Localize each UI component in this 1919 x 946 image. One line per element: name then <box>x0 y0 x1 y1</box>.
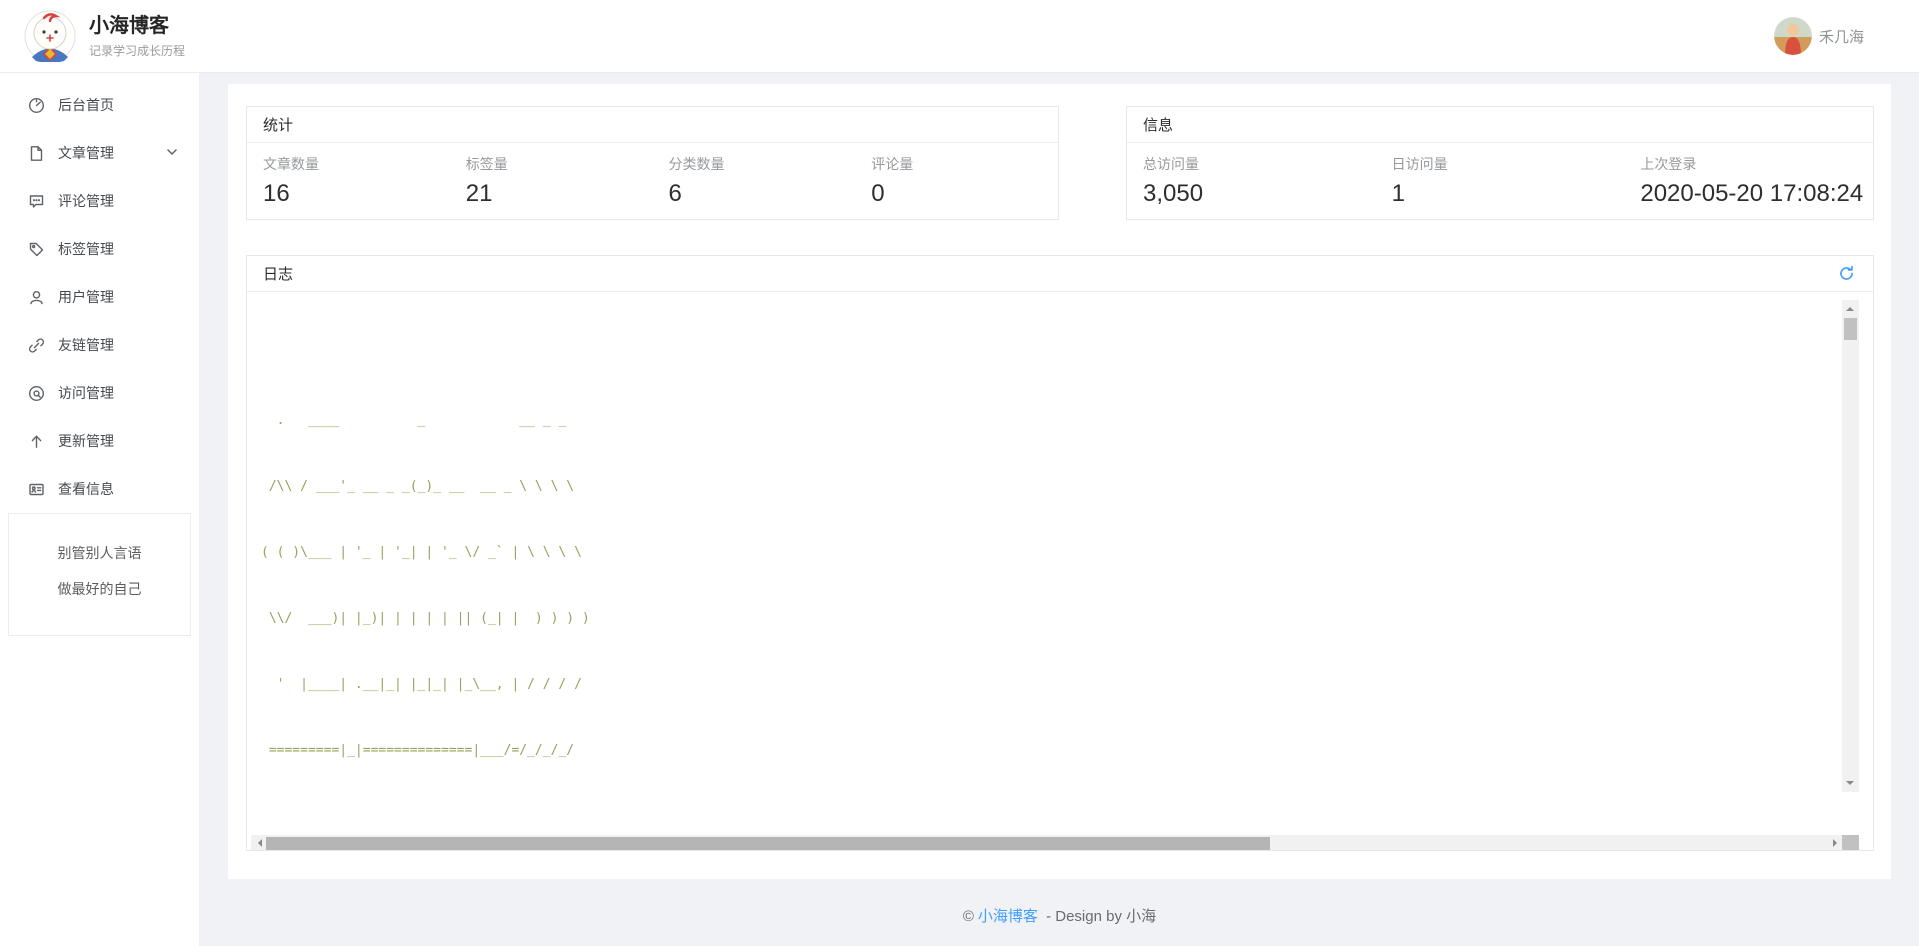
footer-credit: - Design by 小海 <box>1046 908 1156 925</box>
sidebar-item-articles[interactable]: 文章管理 <box>0 129 199 177</box>
sidebar-item-links[interactable]: 友链管理 <box>0 321 199 369</box>
dashboard-icon <box>28 97 45 114</box>
log-card-header: 日志 <box>247 256 1873 292</box>
brand: 小海博客 记录学习成长历程 <box>24 10 185 62</box>
stat-label: 标签量 <box>466 154 653 174</box>
motto-line: 别管别人言语 <box>9 543 190 563</box>
spring-banner-line: /\\ / ___'_ __ _ _(_)_ __ __ _ \ \ \ \ <box>261 476 1842 498</box>
info-row: 总访问量 3,050 日访问量 1 上次登录 2020-05-20 17:08:… <box>1127 143 1873 208</box>
stat-value: 21 <box>466 180 653 208</box>
link-icon <box>28 337 45 354</box>
site-title: 小海博客 <box>89 14 185 39</box>
sidebar-item-label: 更新管理 <box>58 431 114 451</box>
brand-text: 小海博客 记录学习成长历程 <box>89 14 185 59</box>
sidebar-item-comments[interactable]: 评论管理 <box>0 177 199 225</box>
site-logo-icon <box>24 10 76 62</box>
sidebar: 后台首页 文章管理 评论管理 标签管理 <box>0 73 200 946</box>
spring-banner-line: . ____ _ __ _ _ <box>261 410 1842 432</box>
sidebar-item-label: 后台首页 <box>58 95 114 115</box>
sidebar-item-label: 查看信息 <box>58 479 114 499</box>
horizontal-scrollbar[interactable] <box>251 835 1844 850</box>
sidebar-item-label: 评论管理 <box>58 191 114 211</box>
scroll-right-arrow-icon[interactable] <box>1833 839 1841 847</box>
stat-value: 6 <box>669 180 856 208</box>
stat-daily-visits: 日访问量 1 <box>1376 154 1625 208</box>
sidebar-item-tags[interactable]: 标签管理 <box>0 225 199 273</box>
stat-value: 0 <box>871 180 1058 208</box>
site-subtitle: 记录学习成长历程 <box>89 42 185 59</box>
spring-banner-line: ( ( )\___ | '_ | '_| | '_ \/ _` | \ \ \ … <box>261 542 1842 564</box>
refresh-icon <box>1838 265 1855 282</box>
stat-value: 3,050 <box>1143 180 1376 208</box>
footer-site-link[interactable]: 小海博客 <box>978 908 1038 925</box>
log-card-title: 日志 <box>263 263 293 284</box>
comment-icon <box>28 193 45 210</box>
sidebar-menu: 后台首页 文章管理 评论管理 标签管理 <box>0 73 199 513</box>
stat-total-visits: 总访问量 3,050 <box>1127 154 1376 208</box>
chevron-down-icon <box>167 149 177 156</box>
sidebar-item-visits[interactable]: 访问管理 <box>0 369 199 417</box>
info-card: 信息 总访问量 3,050 日访问量 1 上次登录 2020-05-20 17:… <box>1126 106 1874 220</box>
sidebar-item-update[interactable]: 更新管理 <box>0 417 199 465</box>
stat-value: 2020-05-20 17:08:24 <box>1640 180 1873 208</box>
sidebar-item-label: 友链管理 <box>58 335 114 355</box>
stat-label: 日访问量 <box>1392 154 1625 174</box>
stat-label: 上次登录 <box>1640 154 1873 174</box>
stat-value: 1 <box>1392 180 1625 208</box>
spring-banner-line: \\/ ___)| |_)| | | | | || (_| | ) ) ) ) <box>261 608 1842 630</box>
sidebar-item-dashboard[interactable]: 后台首页 <box>0 81 199 129</box>
scrollbar-corner <box>1842 835 1859 850</box>
update-icon <box>28 433 45 450</box>
log-card: 日志 . ____ _ __ _ _ /\\ / ___'_ __ _ _(_)… <box>246 255 1874 851</box>
motto-box: 别管别人言语 做最好的自己 <box>8 513 191 636</box>
sidebar-item-view-info[interactable]: 查看信息 <box>0 465 199 513</box>
user-icon <box>28 289 45 306</box>
stats-row: 文章数量 16 标签量 21 分类数量 6 评论量 0 <box>247 143 1058 208</box>
refresh-log-button[interactable] <box>1836 263 1857 284</box>
info-card-title: 信息 <box>1143 114 1173 135</box>
main-content: 统计 文章数量 16 标签量 21 分类数量 6 评论量 0 信息 <box>228 84 1891 879</box>
user-avatar <box>1774 17 1812 55</box>
id-card-icon <box>28 481 45 498</box>
article-icon <box>28 145 45 162</box>
stat-tags: 标签量 21 <box>450 154 653 208</box>
stats-card: 统计 文章数量 16 标签量 21 分类数量 6 评论量 0 <box>246 106 1059 220</box>
stat-categories: 分类数量 6 <box>653 154 856 208</box>
app-header: 小海博客 记录学习成长历程 禾几海 <box>0 0 1919 73</box>
vertical-scrollbar[interactable] <box>1842 300 1859 792</box>
user-menu[interactable]: 禾几海 <box>1774 17 1864 55</box>
stat-label: 评论量 <box>871 154 1058 174</box>
scroll-up-arrow-icon[interactable] <box>1846 303 1854 311</box>
stat-value: 16 <box>263 180 450 208</box>
spring-banner-line: =========|_|==============|___/=/_/_/_/ <box>261 740 1842 762</box>
stat-label: 分类数量 <box>669 154 856 174</box>
username: 禾几海 <box>1819 26 1864 47</box>
visit-icon <box>28 385 45 402</box>
sidebar-item-label: 用户管理 <box>58 287 114 307</box>
scroll-left-arrow-icon[interactable] <box>254 839 262 847</box>
sidebar-item-label: 文章管理 <box>58 143 114 163</box>
motto-line: 做最好的自己 <box>9 579 190 599</box>
stat-comments: 评论量 0 <box>855 154 1058 208</box>
scroll-down-arrow-icon[interactable] <box>1846 781 1854 789</box>
stats-card-title: 统计 <box>263 114 293 135</box>
stat-last-login: 上次登录 2020-05-20 17:08:24 <box>1624 154 1873 208</box>
stat-articles: 文章数量 16 <box>247 154 450 208</box>
stats-card-header: 统计 <box>247 107 1058 143</box>
sidebar-item-label: 标签管理 <box>58 239 114 259</box>
vertical-scroll-thumb[interactable] <box>1844 318 1857 340</box>
stat-label: 文章数量 <box>263 154 450 174</box>
log-viewport: . ____ _ __ _ _ /\\ / ___'_ __ _ _(_)_ _… <box>247 293 1873 850</box>
log-blank-line <box>261 344 1842 366</box>
spring-banner-line: ' |____| .__|_| |_|_| |_\__, | / / / / <box>261 674 1842 696</box>
copyright-symbol: © <box>963 908 974 925</box>
tag-icon <box>28 241 45 258</box>
info-card-header: 信息 <box>1127 107 1873 143</box>
page-footer: ©小海博客 - Design by 小海 <box>200 905 1919 926</box>
log-output: . ____ _ __ _ _ /\\ / ___'_ __ _ _(_)_ _… <box>261 300 1842 786</box>
stat-label: 总访问量 <box>1143 154 1376 174</box>
horizontal-scroll-thumb[interactable] <box>266 837 1270 850</box>
sidebar-item-users[interactable]: 用户管理 <box>0 273 199 321</box>
sidebar-item-label: 访问管理 <box>58 383 114 403</box>
